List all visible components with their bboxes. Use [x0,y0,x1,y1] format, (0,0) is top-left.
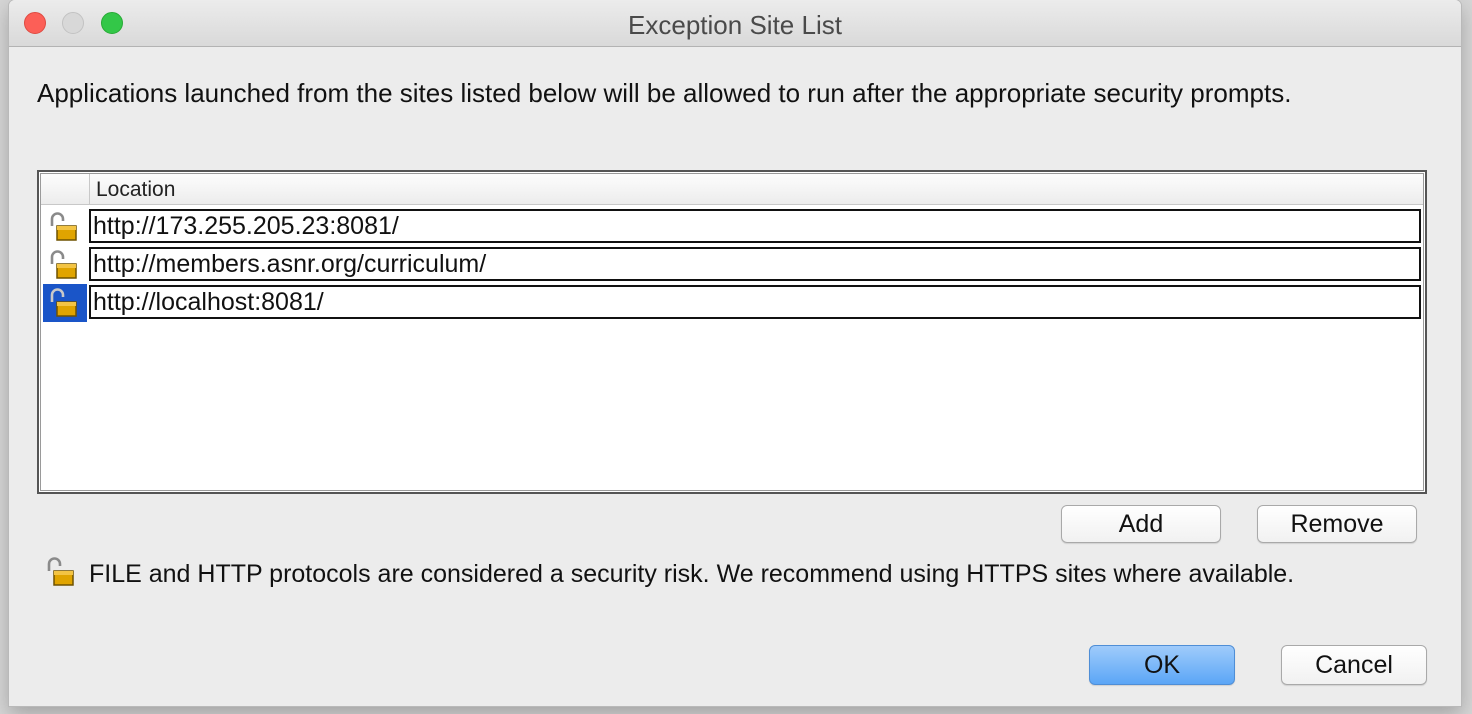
unlocked-padlock-icon [43,208,87,246]
table-row[interactable]: http://173.255.205.23:8081/ [41,208,1423,246]
exception-site-list-dialog: Exception Site List Applications launche… [9,0,1461,706]
unlocked-padlock-icon [43,246,87,284]
unlocked-padlock-icon [47,557,74,586]
title-bar[interactable]: Exception Site List [9,0,1461,47]
unlocked-padlock-icon [43,284,87,322]
intro-text: Applications launched from the sites lis… [37,78,1292,108]
remove-button[interactable]: Remove [1257,505,1417,543]
table-row[interactable]: http://members.asnr.org/curriculum/ [41,246,1423,284]
table-row-selected[interactable]: http://localhost:8081/ [41,284,1423,322]
warning-text: FILE and HTTP protocols are considered a… [89,560,1295,588]
site-list-table[interactable]: Location http://173.255.205.23:8081/ htt… [37,170,1427,494]
ok-button[interactable]: OK [1089,645,1235,685]
window-title: Exception Site List [628,10,842,40]
security-warning: FILE and HTTP protocols are considered a… [45,556,1455,596]
table-header: Location [41,174,1423,205]
location-cell[interactable]: http://localhost:8081/ [89,285,1421,319]
location-column-header[interactable]: Location [96,178,175,202]
icon-column-header [41,174,90,204]
location-cell[interactable]: http://173.255.205.23:8081/ [89,209,1421,243]
location-cell[interactable]: http://members.asnr.org/curriculum/ [89,247,1421,281]
add-button[interactable]: Add [1061,505,1221,543]
cancel-button[interactable]: Cancel [1281,645,1427,685]
